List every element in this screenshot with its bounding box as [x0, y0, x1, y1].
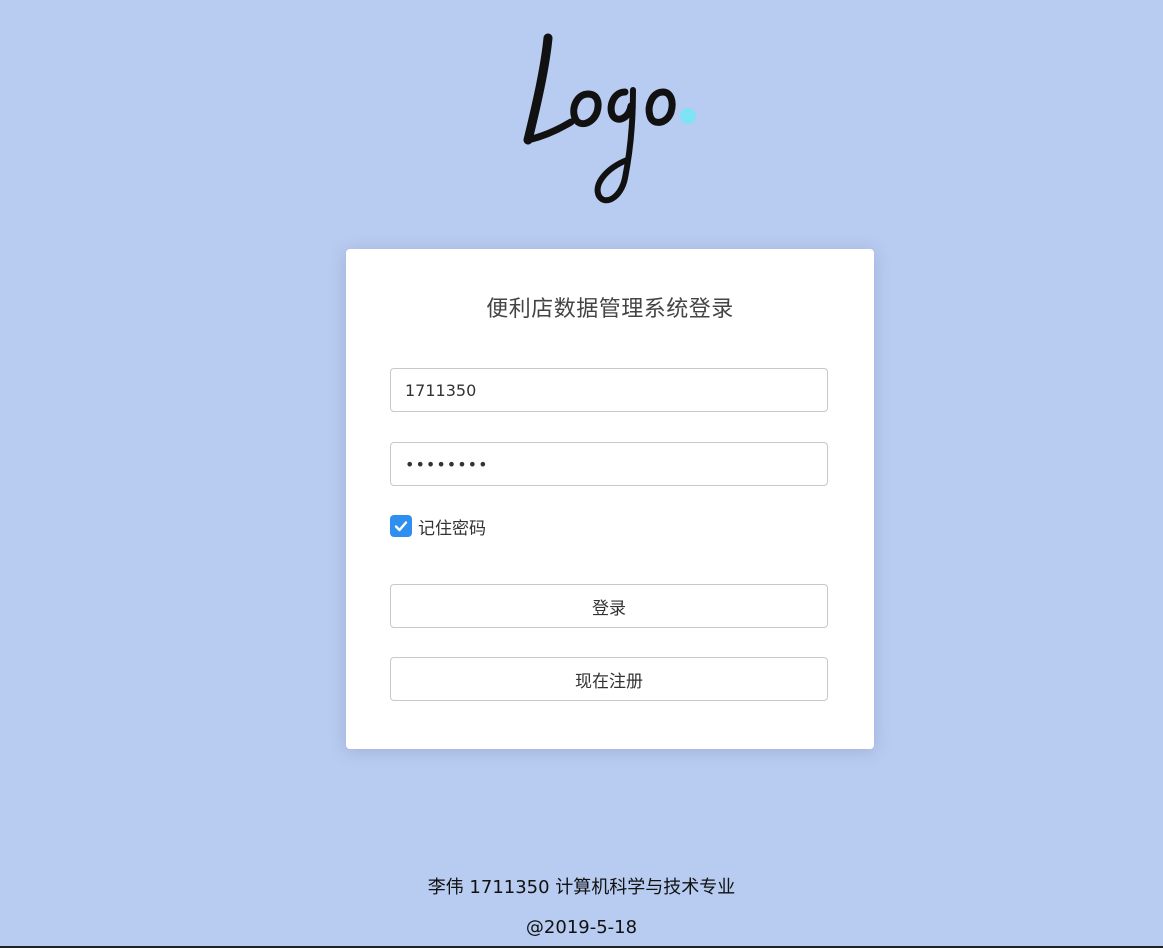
register-button[interactable]: 现在注册 — [390, 657, 828, 701]
login-title: 便利店数据管理系统登录 — [486, 297, 734, 322]
footer-date: @2019-5-18 — [525, 917, 638, 938]
login-button[interactable]: 登录 — [390, 584, 828, 628]
footer-author: 李伟 1711350 计算机科学与技术专业 — [427, 877, 736, 898]
password-input[interactable] — [390, 442, 828, 486]
remember-password-checkbox[interactable]: 记住密码 — [390, 514, 486, 539]
remember-password-label: 记住密码 — [418, 518, 486, 539]
check-icon — [394, 521, 408, 532]
logo-mark — [523, 33, 696, 204]
checkbox-box[interactable] — [390, 515, 412, 537]
brand-logo — [515, 28, 705, 218]
username-input[interactable] — [390, 368, 828, 412]
login-card: 便利店数据管理系统登录 记住密码 登录 现在注册 — [346, 249, 874, 749]
